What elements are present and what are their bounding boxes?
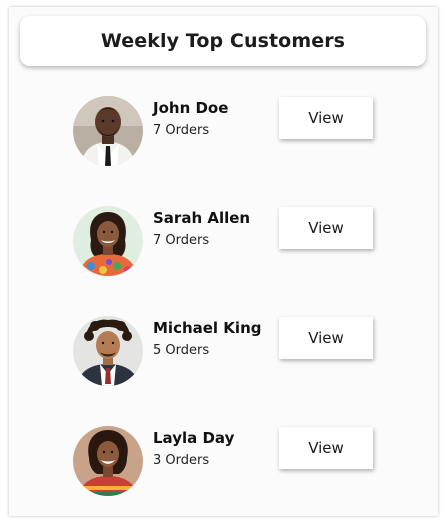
view-button[interactable]: View [279,207,373,249]
top-customers-card: Weekly Top Customers John Doe 7 Orders V… [9,7,438,516]
customer-orders: 5 Orders [153,343,210,358]
customer-orders: 7 Orders [153,233,210,248]
sarah-allen-avatar-icon [73,206,143,276]
customer-name: Layla Day [153,429,235,447]
customer-name: Michael King [153,319,262,337]
card-title: Weekly Top Customers [100,30,346,52]
customer-row: John Doe 7 Orders View [9,96,438,166]
customer-row: Michael King 5 Orders View [9,316,438,386]
layla-day-avatar-icon [73,426,143,496]
card-header: Weekly Top Customers [20,16,426,66]
customer-name: Sarah Allen [153,209,251,227]
customer-avatar [73,316,143,386]
john-doe-avatar-icon [73,96,143,166]
customer-orders: 3 Orders [153,453,210,468]
customer-avatar [73,96,143,166]
view-button[interactable]: View [279,317,373,359]
customer-avatar [73,206,143,276]
customer-orders: 7 Orders [153,123,210,138]
view-button[interactable]: View [279,97,373,139]
michael-king-avatar-icon [73,316,143,386]
customer-row: Sarah Allen 7 Orders View [9,206,438,276]
customer-name: John Doe [153,99,229,117]
customer-avatar [73,426,143,496]
view-button[interactable]: View [279,427,373,469]
customer-row: Layla Day 3 Orders View [9,426,438,496]
